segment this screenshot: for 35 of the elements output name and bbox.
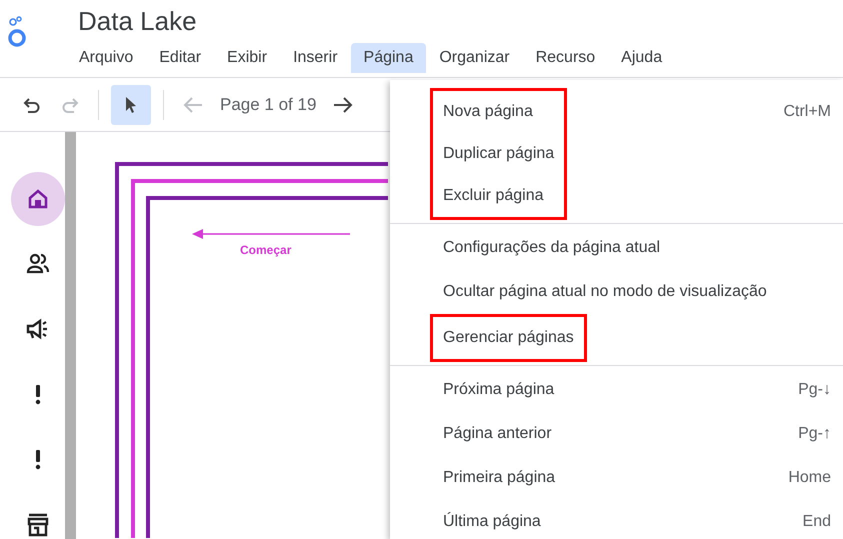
logo: [6, 14, 28, 48]
scrollbar[interactable]: [65, 132, 76, 539]
shortcut-text: Ctrl+M: [783, 103, 831, 121]
menu-item[interactable]: Recurso: [522, 43, 608, 73]
exclamation-icon: [34, 384, 40, 404]
menu-option[interactable]: Nova página: [443, 91, 554, 133]
exclamation-icon: [34, 448, 40, 470]
right-arrow-icon: [332, 94, 354, 114]
menu-item[interactable]: Arquivo: [66, 43, 146, 73]
shortcut-text: Pg-↑: [798, 425, 831, 443]
document-title[interactable]: Data Lake: [78, 6, 676, 37]
arrow-label: Começar: [240, 243, 292, 257]
shortcut-text: Home: [788, 469, 831, 487]
menu-item[interactable]: Ajuda: [608, 43, 676, 73]
menu-item[interactable]: Inserir: [280, 43, 351, 73]
menu-item[interactable]: Exibir: [214, 43, 280, 73]
menu-option[interactable]: Primeira página: [443, 456, 556, 500]
menu-option[interactable]: Configurações da página atual: [443, 226, 767, 270]
menu-item[interactable]: Editar: [146, 43, 214, 73]
select-tool-button[interactable]: [111, 84, 151, 124]
menu-option[interactable]: Ocultar página atual no modo de visualização: [443, 270, 767, 314]
menu-option[interactable]: Próxima página: [443, 368, 556, 412]
menu-option[interactable]: Página anterior: [443, 412, 556, 456]
shortcut-text: Pg-↓: [798, 381, 831, 399]
home-button[interactable]: [10, 172, 64, 226]
menu-item[interactable]: Organizar: [426, 43, 523, 73]
page-indicator: Page 1 of 19: [220, 94, 316, 114]
cursor-icon: [124, 96, 138, 114]
menu-item[interactable]: Página: [350, 43, 426, 73]
left-arrow-icon: [182, 94, 204, 114]
menu-option[interactable]: Duplicar página: [443, 133, 554, 175]
menu-option[interactable]: Excluir página: [443, 175, 554, 217]
menu-option[interactable]: Última página: [443, 500, 556, 539]
menu-option[interactable]: Gerenciar páginas: [443, 317, 574, 359]
shortcut-text: End: [802, 513, 831, 531]
